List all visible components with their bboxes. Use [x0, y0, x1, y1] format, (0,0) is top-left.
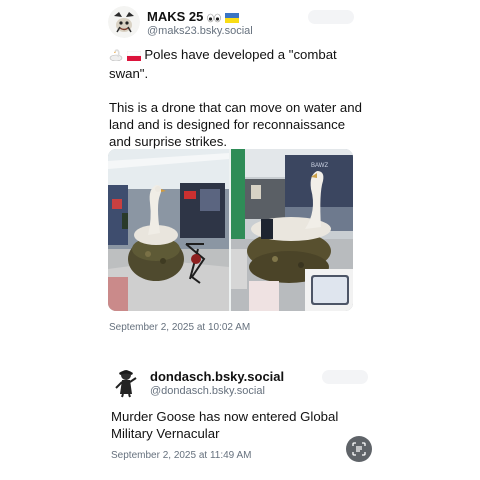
post-body-container: dondasch.bsky.social @dondasch.bsky.soci…	[0, 360, 480, 480]
display-name-text: MAKS 25	[147, 9, 204, 24]
post-media[interactable]: BAWZ	[108, 149, 353, 311]
user-handle[interactable]: @dondasch.bsky.social	[150, 385, 265, 397]
display-name[interactable]: dondasch.bsky.social	[150, 369, 284, 384]
user-handle[interactable]: @maks23.bsky.social	[147, 25, 253, 37]
post-text-line1: Poles have developed a "combat swan".	[109, 47, 337, 81]
lens-button[interactable]	[346, 436, 372, 462]
avatar[interactable]	[110, 366, 142, 398]
post-timestamp[interactable]: September 2, 2025 at 10:02 AM	[109, 322, 250, 333]
poland-flag-icon	[126, 48, 141, 65]
photo-left[interactable]	[108, 149, 229, 311]
post-card-maks[interactable]: MAKS 25 @maks23.bsky.social Poles have d…	[0, 0, 480, 340]
scan-text-icon	[352, 442, 366, 456]
eyes-icon	[207, 11, 221, 26]
photo-right[interactable]: BAWZ	[231, 149, 353, 311]
post-card-dondasch[interactable]: dondasch.bsky.social @dondasch.bsky.soci…	[0, 360, 480, 480]
follow-button-placeholder[interactable]	[308, 10, 354, 24]
post-text-line2: This is a drone that can move on water a…	[109, 100, 362, 149]
ukraine-flag-icon	[224, 11, 239, 26]
display-name[interactable]: MAKS 25	[147, 9, 239, 26]
post-timestamp[interactable]: September 2, 2025 at 11:49 AM	[111, 450, 251, 461]
swan-icon	[109, 48, 123, 65]
svg-text:BAWZ: BAWZ	[311, 163, 328, 169]
post-text: Murder Goose has now entered Global Mili…	[111, 409, 339, 441]
follow-button-placeholder[interactable]	[322, 370, 368, 384]
avatar[interactable]	[108, 6, 140, 38]
